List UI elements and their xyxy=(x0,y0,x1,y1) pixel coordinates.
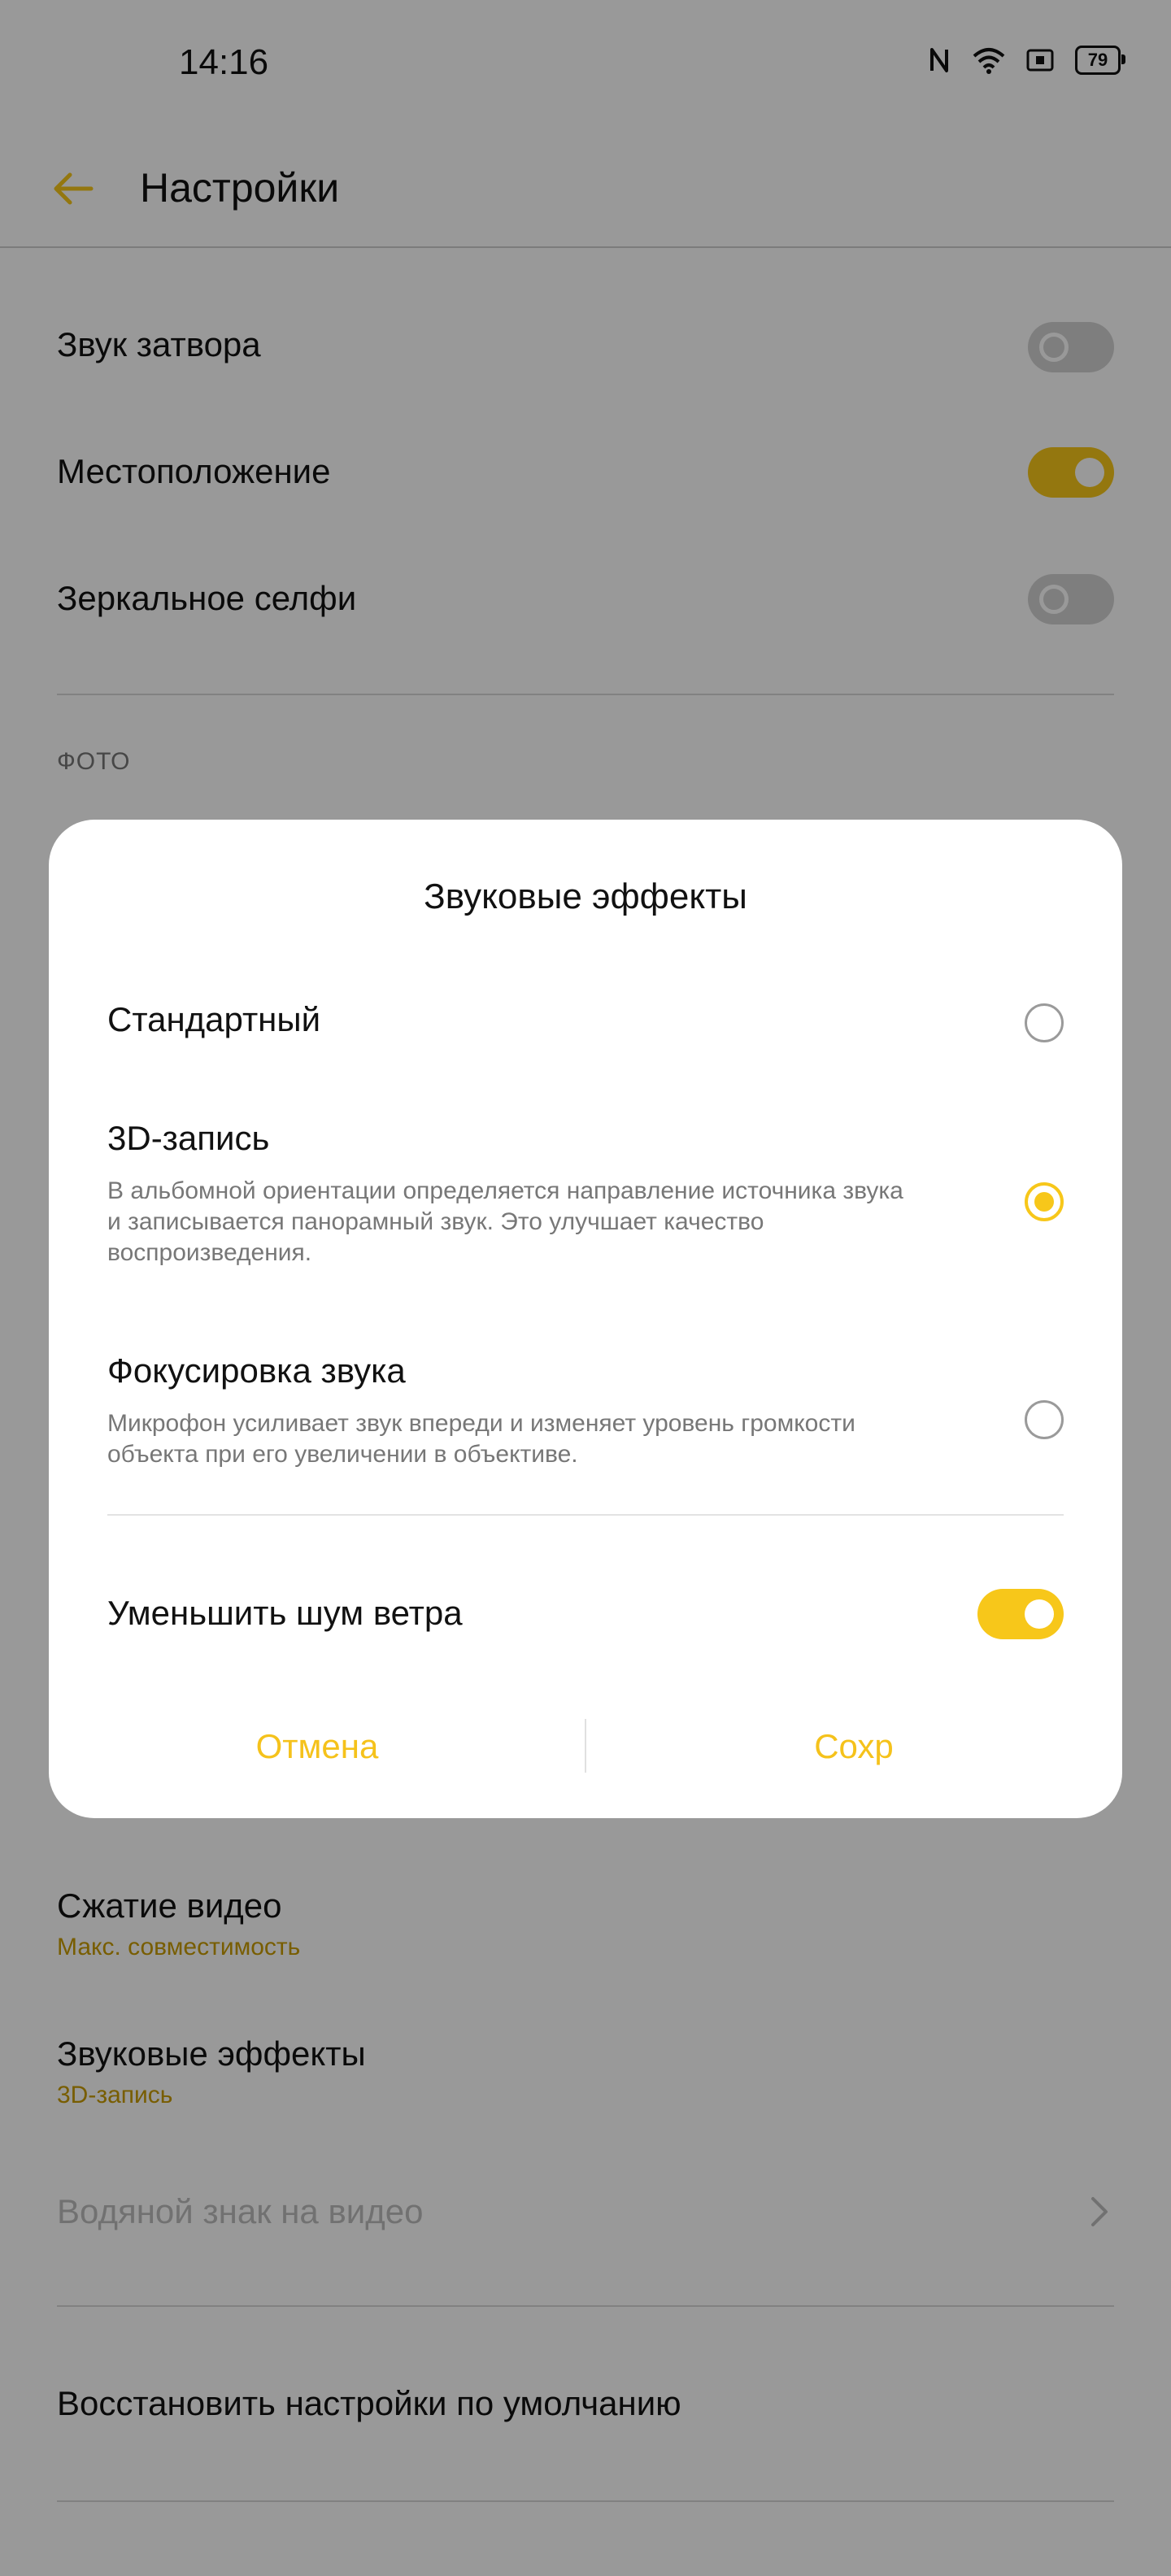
option-sound-focus[interactable]: Фокусировка звука Микрофон усиливает зву… xyxy=(107,1351,1064,1470)
option-standard[interactable]: Стандартный xyxy=(107,1000,1064,1042)
wind-noise-toggle[interactable] xyxy=(977,1589,1064,1639)
sound-effects-dialog: Звуковые эффекты Стандартный 3D-запись В… xyxy=(49,820,1122,1818)
option-title: Стандартный xyxy=(107,1000,321,1038)
wind-noise-label: Уменьшить шум ветра xyxy=(107,1594,463,1632)
option-title: Фокусировка звука xyxy=(107,1351,406,1390)
radio-3d-recording[interactable] xyxy=(1025,1182,1064,1221)
option-title: 3D-запись xyxy=(107,1119,270,1157)
camera-settings-page: 14:16 79 Настройки Звук затвора Местопол… xyxy=(0,0,1171,2576)
dialog-divider xyxy=(107,1514,1064,1516)
dialog-buttons: Отмена Сохр xyxy=(49,1714,1122,1779)
radio-standard[interactable] xyxy=(1025,1003,1064,1042)
radio-sound-focus[interactable] xyxy=(1025,1400,1064,1439)
option-description: Микрофон усиливает звук впереди и изменя… xyxy=(107,1410,855,1468)
cancel-button[interactable]: Отмена xyxy=(49,1714,586,1779)
toggle-knob xyxy=(1025,1599,1054,1629)
option-description: В альбомной ориентации определяется напр… xyxy=(107,1177,903,1266)
dialog-title: Звуковые эффекты xyxy=(424,877,747,916)
save-button[interactable]: Сохр xyxy=(586,1714,1122,1779)
option-3d-recording[interactable]: 3D-запись В альбомной ориентации определ… xyxy=(107,1119,1064,1268)
